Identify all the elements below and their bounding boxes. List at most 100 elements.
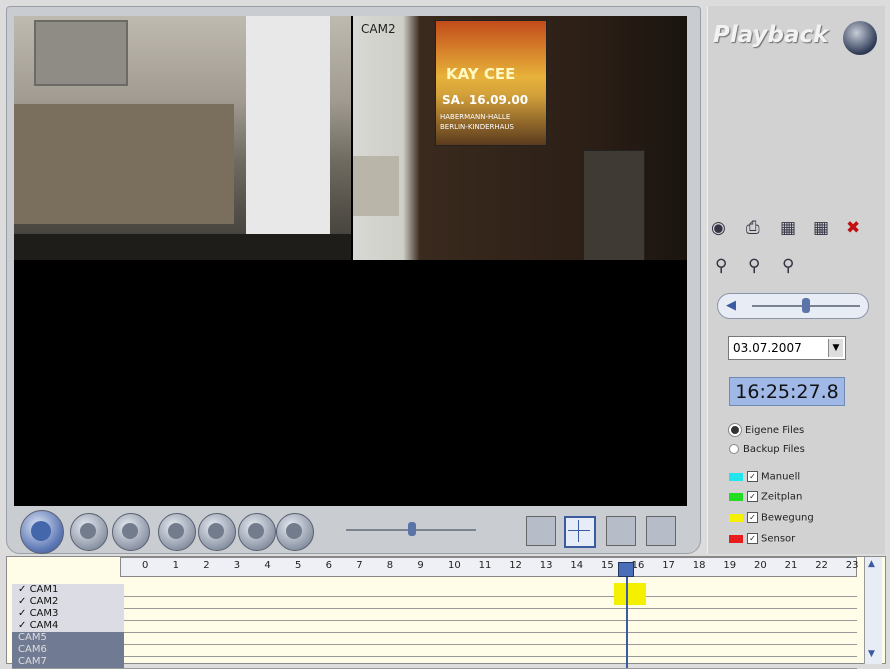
poster-line: KAY CEE xyxy=(446,65,516,83)
save-icon[interactable]: ▦ xyxy=(813,218,829,238)
timeline-row[interactable] xyxy=(120,656,857,669)
hour-tick-label: 1 xyxy=(172,560,179,571)
checkbox[interactable]: ✓ xyxy=(747,512,758,523)
row-label-text: CAM2 xyxy=(29,596,59,607)
speaker-icon: ◀ xyxy=(726,298,736,313)
date-value: 03.07.2007 xyxy=(733,341,802,355)
layout-3x3-button[interactable] xyxy=(606,516,636,546)
poster-line: BERLIN-KINDERHAUS xyxy=(440,123,515,131)
zoom-in-icon[interactable]: ⚲ xyxy=(715,256,727,276)
volume-slider-thumb[interactable] xyxy=(802,298,810,313)
scroll-up-icon[interactable]: ▲ xyxy=(868,559,875,569)
hour-tick-label: 7 xyxy=(356,560,363,571)
hour-tick-label: 3 xyxy=(233,560,241,571)
hour-tick-label: 22 xyxy=(815,560,828,571)
row-check-icon: ✓ xyxy=(18,596,30,607)
timeline-row-label[interactable]: CAM7 xyxy=(12,656,124,669)
stop-button[interactable] xyxy=(112,513,150,551)
poster-line: SA. 16.09.00 xyxy=(442,93,529,107)
radio-label: Backup Files xyxy=(743,444,805,455)
hour-tick-label: 17 xyxy=(662,560,675,571)
poster-line: HABERMANN-HALLE xyxy=(440,113,511,121)
camera-view-cam1[interactable] xyxy=(14,16,351,260)
legend-manual[interactable]: ✓ Manuell xyxy=(729,471,800,485)
hour-tick-label: 9 xyxy=(417,560,424,571)
delete-icon[interactable]: ✖ xyxy=(846,218,860,238)
hour-tick-label: 4 xyxy=(264,560,271,571)
stop-icon xyxy=(122,523,138,539)
chevron-down-icon[interactable]: ▼ xyxy=(828,339,843,357)
row-label-text: CAM3 xyxy=(29,608,59,619)
video-area[interactable]: KAY CEE SA. 16.09.00 HABERMANN-HALLE BER… xyxy=(14,16,687,506)
rewind-icon xyxy=(168,523,184,539)
panel-title: Playback xyxy=(713,22,829,48)
row-label-text: CAM5 xyxy=(18,632,47,643)
next-frame-button[interactable] xyxy=(238,513,276,551)
radio-backup-files[interactable]: Backup Files xyxy=(729,444,805,455)
legend-label: Manuell xyxy=(761,471,801,483)
radio-selected-icon xyxy=(729,424,741,436)
step-back-icon xyxy=(80,523,96,539)
row-check-icon: ✓ xyxy=(18,584,30,595)
prev-frame-button[interactable] xyxy=(198,513,236,551)
motion-event-block[interactable] xyxy=(614,583,646,605)
rewind-button[interactable] xyxy=(158,513,196,551)
hour-tick-label: 10 xyxy=(448,560,461,571)
fast-forward-button[interactable] xyxy=(276,513,314,551)
zoom-reset-icon[interactable]: ⚲ xyxy=(748,256,760,276)
legend-schedule[interactable]: ✓ Zeitplan xyxy=(729,491,802,505)
radio-icon xyxy=(729,444,739,454)
step-back-button[interactable] xyxy=(70,513,108,551)
legend-label: Sensor xyxy=(761,533,796,545)
layout-2x2-button[interactable] xyxy=(564,516,596,548)
checkbox[interactable]: ✓ xyxy=(747,491,758,502)
play-icon xyxy=(31,521,51,541)
printer-icon[interactable]: ⎙ xyxy=(746,218,760,238)
camera-icon[interactable]: ◉ xyxy=(711,218,726,238)
row-label-text: CAM1 xyxy=(29,584,59,595)
layout-1x1-button[interactable] xyxy=(526,516,556,546)
legend-motion[interactable]: ✓ Bewegung xyxy=(729,512,814,526)
film-icon[interactable]: ▦ xyxy=(780,218,796,238)
hour-tick-label: 19 xyxy=(723,560,737,571)
camera-view-cam2[interactable]: KAY CEE SA. 16.09.00 HABERMANN-HALLE BER… xyxy=(353,16,687,260)
timeline-scrollbar[interactable]: ▲ ▼ xyxy=(864,557,882,664)
playback-cursor-handle[interactable] xyxy=(618,562,634,577)
hour-tick-label: 12 xyxy=(509,560,522,571)
playback-cursor[interactable] xyxy=(626,563,628,668)
hour-tick-label: 8 xyxy=(386,560,394,571)
hour-tick-label: 6 xyxy=(325,560,332,571)
hour-tick-label: 13 xyxy=(539,560,553,571)
speed-slider-thumb[interactable] xyxy=(408,522,416,536)
hour-tick-label: 2 xyxy=(203,560,210,571)
playback-logo-icon xyxy=(843,21,877,55)
play-button[interactable] xyxy=(20,510,64,554)
hour-tick-label: 23 xyxy=(845,560,859,571)
cam2-label: CAM2 xyxy=(361,22,396,36)
hour-tick-label: 15 xyxy=(601,560,614,571)
prev-frame-icon xyxy=(208,523,224,539)
speed-slider[interactable] xyxy=(346,522,476,538)
row-label-text: CAM6 xyxy=(18,644,47,655)
scroll-down-icon[interactable]: ▼ xyxy=(868,649,875,659)
checkbox[interactable]: ✓ xyxy=(747,471,758,482)
hour-tick-label: 20 xyxy=(754,560,767,571)
next-frame-icon xyxy=(248,523,264,539)
row-label-text: CAM4 xyxy=(29,620,59,631)
volume-slider[interactable]: ◀ xyxy=(717,293,869,319)
radio-own-files[interactable]: Eigene Files xyxy=(729,424,804,436)
radio-label: Eigene Files xyxy=(745,425,805,436)
row-check-icon: ✓ xyxy=(18,620,30,631)
row-check-icon: ✓ xyxy=(18,608,30,619)
hour-tick-label: 21 xyxy=(784,560,798,571)
zoom-out-icon[interactable]: ⚲ xyxy=(782,256,794,276)
row-label-text: CAM7 xyxy=(18,656,47,667)
hour-tick-label: 0 xyxy=(142,560,149,571)
time-display: 16:25:27.8 xyxy=(729,377,845,406)
hour-tick-label: 5 xyxy=(295,560,302,571)
legend-sensor[interactable]: ✓ Sensor xyxy=(729,533,795,547)
layout-4x4-button[interactable] xyxy=(646,516,676,546)
checkbox[interactable]: ✓ xyxy=(747,533,758,544)
hour-tick-label: 18 xyxy=(692,560,706,571)
date-dropdown[interactable]: 03.07.2007 ▼ xyxy=(728,336,846,360)
